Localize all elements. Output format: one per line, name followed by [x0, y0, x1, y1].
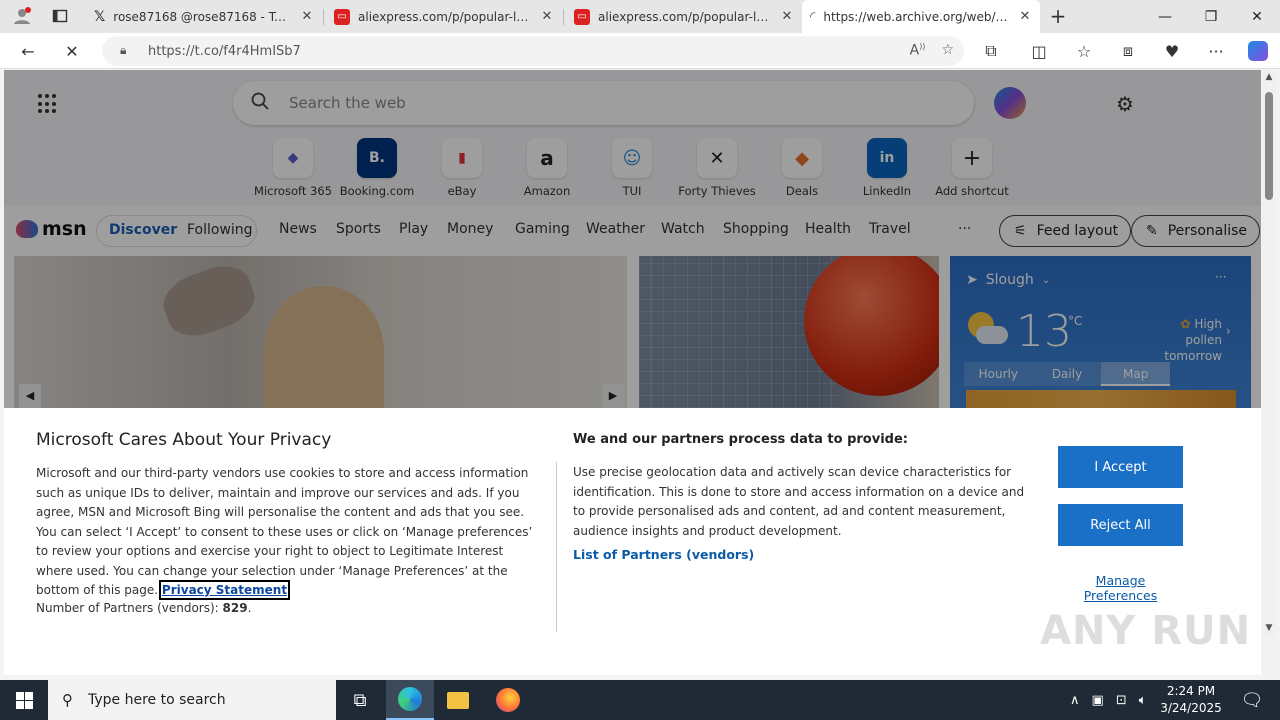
favorites-icon[interactable]: ☆: [1070, 37, 1098, 65]
back-icon[interactable]: ←: [14, 37, 42, 65]
taskbar-search-box[interactable]: ⚲ Type here to search: [48, 680, 336, 720]
privacy-body: Microsoft and our third-party vendors us…: [36, 464, 542, 601]
new-tab-icon[interactable]: +: [1044, 2, 1072, 30]
tab-aliexpress-2[interactable]: ▭ aliexpress.com/p/popular-landin ✕: [566, 0, 802, 33]
stop-loading-icon[interactable]: ✕: [58, 37, 86, 65]
tab-title: aliexpress.com/p/popular-landin: [358, 9, 534, 24]
divider: [556, 462, 557, 632]
manage-preferences-link[interactable]: Manage Preferences: [1058, 573, 1183, 603]
volume-icon[interactable]: 🔈︎: [1139, 693, 1147, 708]
accept-button[interactable]: I Accept: [1058, 446, 1183, 488]
modal-backdrop: [4, 70, 1261, 408]
address-toolbar: ← ✕ 🔒︎ https://t.co/f4r4HmISb7 A)) ☆ ⧉ ◫…: [0, 33, 1280, 69]
tab-twitter[interactable]: 𝕏 rose87168 @rose87168 - Twitter P ✕: [86, 0, 322, 33]
privacy-consent-dialog: Microsoft Cares About Your Privacy Micro…: [4, 408, 1261, 675]
taskbar-clock[interactable]: 2:24 PM 3/24/2025: [1156, 683, 1226, 717]
windows-taskbar: ⚲ Type here to search ⧉ ∧ ▣ ⊡ 🔈︎ 2:24 PM…: [0, 680, 1280, 720]
minimize-button[interactable]: —: [1142, 0, 1188, 33]
restore-button[interactable]: ❐: [1188, 0, 1234, 33]
close-icon[interactable]: ✕: [1018, 9, 1032, 24]
more-menu-icon[interactable]: ···: [1202, 37, 1230, 65]
device-icon[interactable]: ▣: [1092, 693, 1104, 708]
read-aloud-icon[interactable]: A)): [910, 42, 926, 59]
file-explorer-icon[interactable]: [434, 680, 482, 720]
privacy-statement-link[interactable]: Privacy Statement: [158, 580, 291, 600]
tab-title: rose87168 @rose87168 - Twitter P: [113, 9, 294, 24]
data-purposes-text: Use precise geolocation data and activel…: [573, 465, 1025, 538]
loading-icon: ◜: [810, 8, 816, 25]
clock-time: 2:24 PM: [1166, 684, 1216, 698]
close-icon[interactable]: ✕: [540, 9, 554, 24]
partners-count-line: Number of Partners (vendors): 829.: [36, 601, 251, 615]
anyrun-watermark: ANY RUN: [1040, 608, 1252, 654]
close-window-button[interactable]: ✕: [1234, 0, 1280, 33]
close-icon[interactable]: ✕: [780, 9, 794, 24]
tab-title: aliexpress.com/p/popular-landin: [598, 9, 774, 24]
split-screen-icon[interactable]: ◫: [1025, 37, 1053, 65]
windows-start-icon[interactable]: [0, 680, 48, 720]
page-scrollbar[interactable]: ▲ ▼: [1262, 70, 1276, 637]
reject-all-button[interactable]: Reject All: [1058, 504, 1183, 546]
browser-essentials-icon[interactable]: ♥: [1158, 37, 1186, 65]
period: .: [247, 601, 252, 615]
profile-icon[interactable]: [8, 2, 36, 30]
period: .: [287, 583, 291, 597]
tab-title: https://web.archive.org/web/202: [823, 9, 1012, 24]
tab-aliexpress-1[interactable]: ▭ aliexpress.com/p/popular-landin ✕: [326, 0, 562, 33]
tab-actions-icon[interactable]: [46, 2, 74, 30]
notifications-icon[interactable]: 🗨︎: [1232, 680, 1272, 720]
partners-label: Number of Partners (vendors):: [36, 601, 223, 615]
close-icon[interactable]: ✕: [300, 9, 314, 24]
edge-browser-icon[interactable]: [386, 680, 434, 720]
task-view-icon[interactable]: ⧉: [336, 680, 384, 720]
scrollbar-thumb[interactable]: [1265, 92, 1273, 200]
clock-date: 3/24/2025: [1160, 701, 1222, 715]
aliexpress-icon: ▭: [574, 8, 590, 25]
network-icon[interactable]: ⊡: [1116, 693, 1127, 708]
x-icon: 𝕏: [94, 8, 106, 25]
tab-strip: 𝕏 rose87168 @rose87168 - Twitter P ✕ ▭ a…: [0, 0, 1280, 33]
search-icon: ⚲: [62, 691, 73, 709]
scroll-up-icon[interactable]: ▲: [1262, 72, 1276, 82]
favorite-star-icon[interactable]: ☆: [941, 42, 954, 59]
privacy-title: Microsoft Cares About Your Privacy: [36, 430, 332, 450]
data-purposes-title: We and our partners process data to prov…: [573, 432, 908, 447]
firefox-icon[interactable]: [484, 680, 532, 720]
url-text: https://t.co/f4r4HmISb7: [148, 43, 301, 59]
aliexpress-icon: ▭: [334, 8, 350, 25]
extensions-icon[interactable]: ⧉: [977, 37, 1005, 65]
partners-count: 829: [222, 601, 248, 615]
taskbar-search-placeholder: Type here to search: [88, 692, 226, 708]
tab-web-archive[interactable]: ◜ https://web.archive.org/web/202 ✕: [802, 0, 1040, 33]
lock-icon[interactable]: 🔒︎: [120, 43, 126, 58]
copilot-icon[interactable]: [1244, 37, 1272, 65]
chevron-up-icon[interactable]: ∧: [1070, 693, 1080, 708]
privacy-body-text: Microsoft and our third-party vendors us…: [36, 466, 533, 597]
vendors-list-link[interactable]: List of Partners (vendors): [573, 547, 754, 562]
collections-icon[interactable]: ⧈: [1114, 37, 1142, 65]
scroll-down-icon[interactable]: ▼: [1262, 623, 1276, 633]
address-bar[interactable]: 🔒︎ https://t.co/f4r4HmISb7 A)) ☆: [102, 36, 964, 66]
